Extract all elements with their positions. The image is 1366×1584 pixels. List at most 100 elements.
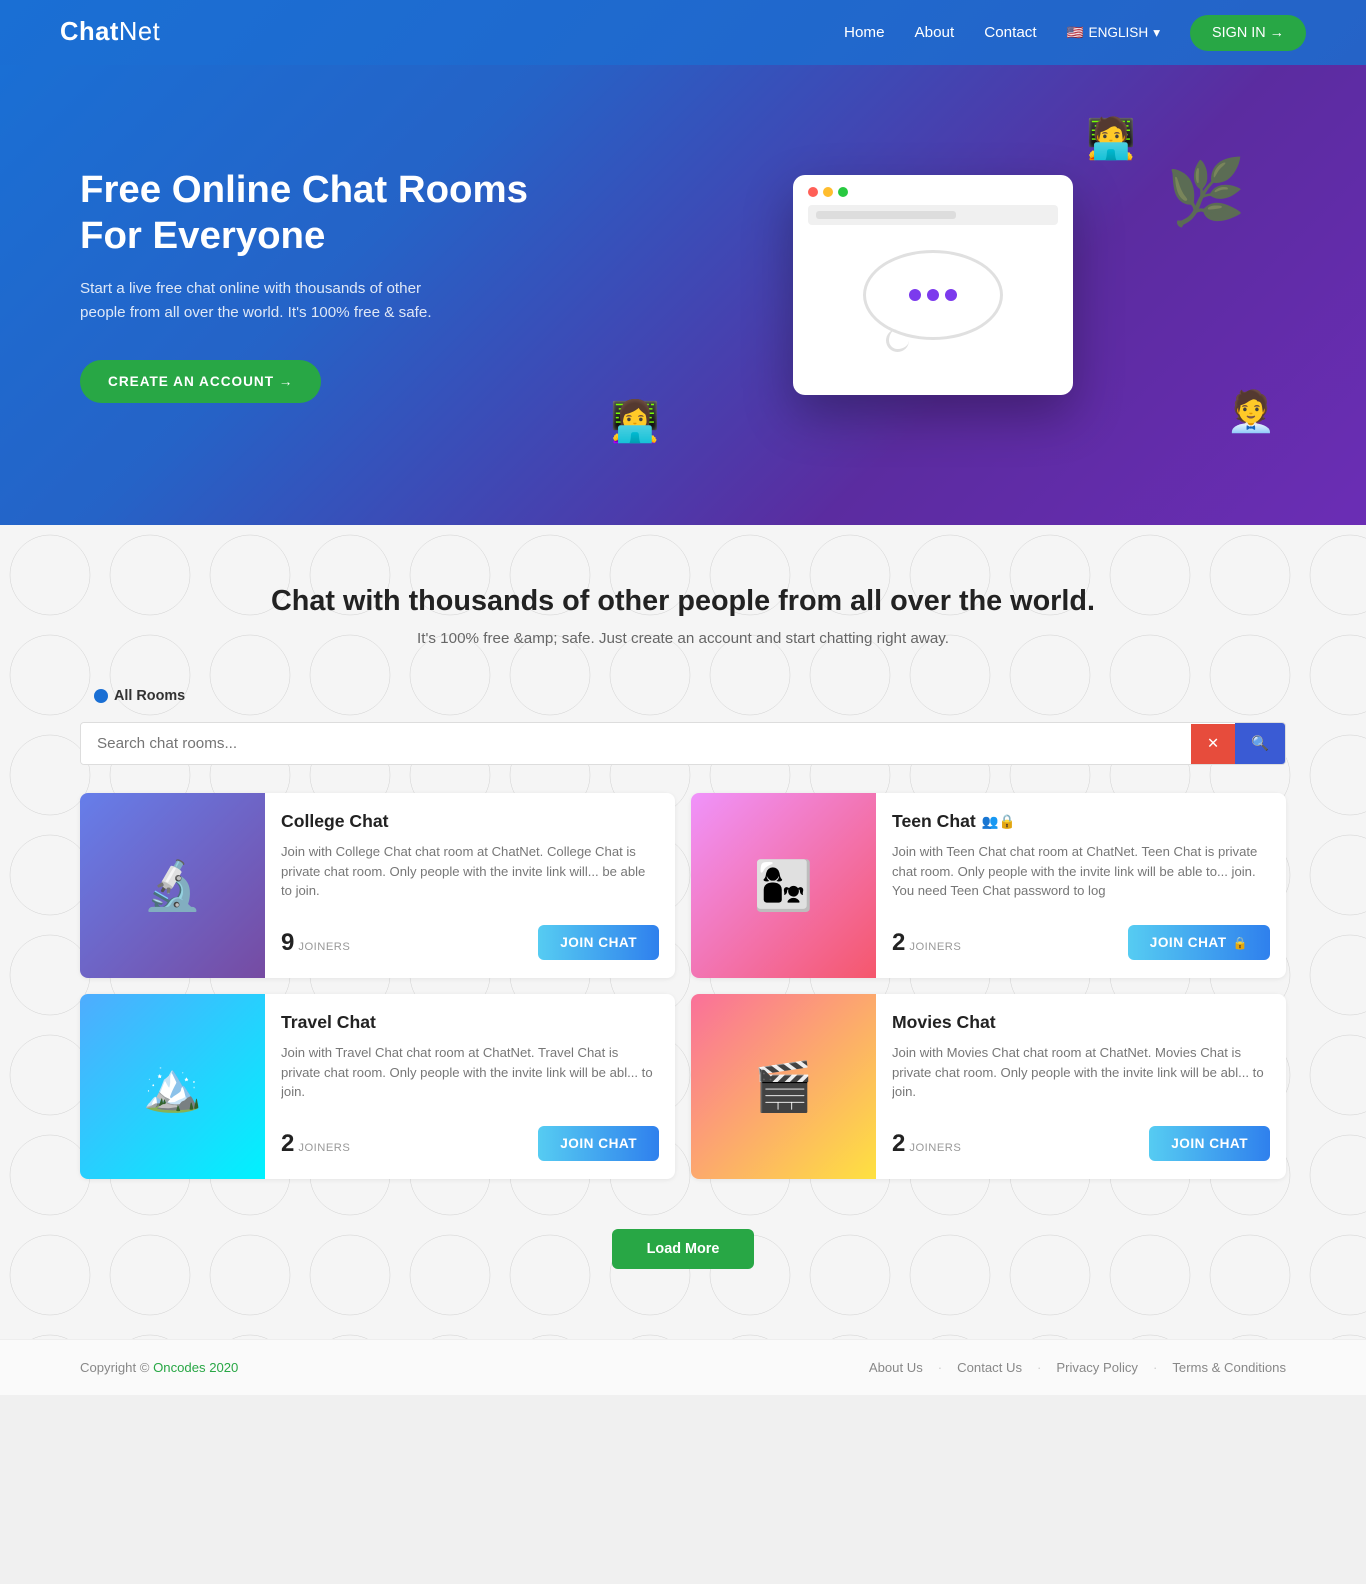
join-chat-movies-button[interactable]: JOIN CHAT: [1149, 1126, 1270, 1161]
brand-name-bold: Chat: [60, 18, 119, 46]
hero-content: Free Online Chat Rooms For Everyone Star…: [80, 167, 580, 404]
leaf-decoration: 🌿: [1166, 155, 1246, 230]
joiners-label: JOINERS: [298, 941, 350, 953]
create-account-button[interactable]: CREATE AN ACCOUNT →: [80, 360, 321, 403]
language-selector[interactable]: 🇺🇸 ENGLISH ▾: [1067, 25, 1160, 41]
room-footer-teen: 2 JOINERS JOIN CHAT 🔒: [892, 925, 1270, 960]
joiners-num-college: 9: [281, 929, 294, 957]
room-info-movies: Movies Chat Join with Movies Chat chat r…: [876, 994, 1286, 1179]
search-input[interactable]: [81, 723, 1191, 764]
room-info-teen: Teen Chat 👥🔒 Join with Teen Chat chat ro…: [876, 793, 1286, 978]
nav-contact[interactable]: Contact: [984, 24, 1036, 41]
hero-title: Free Online Chat Rooms For Everyone: [80, 167, 580, 259]
nav-home[interactable]: Home: [844, 24, 885, 41]
footer-link-privacy[interactable]: Privacy Policy: [1056, 1360, 1138, 1375]
section-title: Chat with thousands of other people from…: [80, 585, 1286, 618]
section-subheading: It's 100% free &amp; safe. Just create a…: [80, 630, 1286, 647]
section-heading: Chat with thousands of other people from…: [80, 585, 1286, 618]
room-card-travel: Travel Chat Join with Travel Chat chat r…: [80, 994, 675, 1179]
joiners-label-travel: JOINERS: [298, 1142, 350, 1154]
join-chat-college-button[interactable]: JOIN CHAT: [538, 925, 659, 960]
tab-all-rooms[interactable]: All Rooms: [80, 682, 199, 710]
hero-illustration: 🌿 🧑‍💻 👩‍💻 🧑‍💼: [580, 125, 1286, 445]
joiners-movies: 2 JOINERS: [892, 1130, 961, 1158]
bubble-dot-1: [909, 289, 921, 301]
sign-in-button[interactable]: SIGN IN →: [1190, 15, 1306, 51]
flag-icon: 🇺🇸: [1067, 25, 1084, 41]
room-name-teen: Teen Chat 👥🔒: [892, 811, 1270, 832]
footer-sep-1: ·: [938, 1360, 942, 1375]
room-name-college: College Chat: [281, 811, 659, 832]
room-desc-travel: Join with Travel Chat chat room at ChatN…: [281, 1043, 659, 1110]
brand-logo[interactable]: ChatNet: [60, 18, 160, 47]
dot-red: [808, 187, 818, 197]
navbar: ChatNet Home About Contact 🇺🇸 ENGLISH ▾ …: [0, 0, 1366, 65]
footer-sep-3: ·: [1153, 1360, 1157, 1375]
room-image-movies: [691, 994, 876, 1179]
search-clear-button[interactable]: ✕: [1191, 724, 1235, 764]
load-more-button[interactable]: Load More: [612, 1229, 755, 1269]
room-image-teen: [691, 793, 876, 978]
room-footer-college: 9 JOINERS JOIN CHAT: [281, 925, 659, 960]
search-go-button[interactable]: 🔍: [1235, 723, 1285, 764]
nav-links: Home About Contact 🇺🇸 ENGLISH ▾ SIGN IN …: [844, 15, 1306, 51]
copyright-text: Copyright ©: [80, 1360, 149, 1375]
figure-sitting-top: 🧑‍💻: [1086, 115, 1136, 162]
footer: Copyright © Oncodes 2020 About Us · Cont…: [0, 1339, 1366, 1395]
room-desc-teen: Join with Teen Chat chat room at ChatNet…: [892, 842, 1270, 909]
joiners-college: 9 JOINERS: [281, 929, 350, 957]
room-footer-travel: 2 JOINERS JOIN CHAT: [281, 1126, 659, 1161]
brand-name-regular: Net: [119, 18, 160, 46]
rooms-grid: College Chat Join with College Chat chat…: [80, 793, 1286, 1179]
joiners-num-travel: 2: [281, 1130, 294, 1158]
search-bar: ✕ 🔍: [80, 722, 1286, 765]
footer-sep-2: ·: [1037, 1360, 1041, 1375]
dot-green: [838, 187, 848, 197]
bubble-dot-3: [945, 289, 957, 301]
room-desc-college: Join with College Chat chat room at Chat…: [281, 842, 659, 909]
nav-about[interactable]: About: [915, 24, 955, 41]
room-card-movies: Movies Chat Join with Movies Chat chat r…: [691, 994, 1286, 1179]
url-bar: [816, 211, 956, 219]
room-name-movies: Movies Chat: [892, 1012, 1270, 1033]
hero-section: Free Online Chat Rooms For Everyone Star…: [0, 65, 1366, 525]
figure-tablet: 🧑‍💼: [1226, 388, 1276, 435]
tab-dot-icon: [94, 689, 108, 703]
joiners-num-teen: 2: [892, 929, 905, 957]
joiners-num-movies: 2: [892, 1130, 905, 1158]
room-info-travel: Travel Chat Join with Travel Chat chat r…: [265, 994, 675, 1179]
footer-link-terms[interactable]: Terms & Conditions: [1172, 1360, 1286, 1375]
joiners-travel: 2 JOINERS: [281, 1130, 350, 1158]
room-image-travel: [80, 994, 265, 1179]
lock-icon-teen: 🔒: [1233, 936, 1248, 950]
joiners-teen: 2 JOINERS: [892, 929, 961, 957]
room-info-college: College Chat Join with College Chat chat…: [265, 793, 675, 978]
bubble-dot-2: [927, 289, 939, 301]
chat-window-illustration: [793, 175, 1073, 395]
joiners-label-teen: JOINERS: [909, 941, 961, 953]
window-dots: [808, 187, 848, 197]
figure-laptop: 👩‍💻: [610, 398, 660, 445]
chevron-down-icon: ▾: [1153, 25, 1160, 41]
copyright-brand-link[interactable]: Oncodes 2020: [153, 1360, 238, 1375]
chat-bubble: [863, 250, 1003, 340]
load-more-container: Load More: [80, 1209, 1286, 1279]
tabs-bar: All Rooms: [80, 682, 1286, 710]
dot-yellow: [823, 187, 833, 197]
private-icon-teen: 👥🔒: [982, 814, 1016, 830]
language-label: ENGLISH: [1089, 25, 1149, 40]
room-name-travel: Travel Chat: [281, 1012, 659, 1033]
room-card-teen: Teen Chat 👥🔒 Join with Teen Chat chat ro…: [691, 793, 1286, 978]
footer-link-about-us[interactable]: About Us: [869, 1360, 923, 1375]
join-chat-travel-button[interactable]: JOIN CHAT: [538, 1126, 659, 1161]
join-chat-teen-label: JOIN CHAT: [1150, 935, 1227, 950]
hero-subtitle: Start a live free chat online with thous…: [80, 277, 460, 326]
footer-link-contact-us[interactable]: Contact Us: [957, 1360, 1022, 1375]
joiners-label-movies: JOINERS: [909, 1142, 961, 1154]
room-footer-movies: 2 JOINERS JOIN CHAT: [892, 1126, 1270, 1161]
room-desc-movies: Join with Movies Chat chat room at ChatN…: [892, 1043, 1270, 1110]
join-chat-teen-button[interactable]: JOIN CHAT 🔒: [1128, 925, 1270, 960]
browser-bar: [808, 205, 1058, 225]
tab-all-rooms-label: All Rooms: [114, 688, 185, 704]
footer-copyright: Copyright © Oncodes 2020: [80, 1360, 238, 1375]
